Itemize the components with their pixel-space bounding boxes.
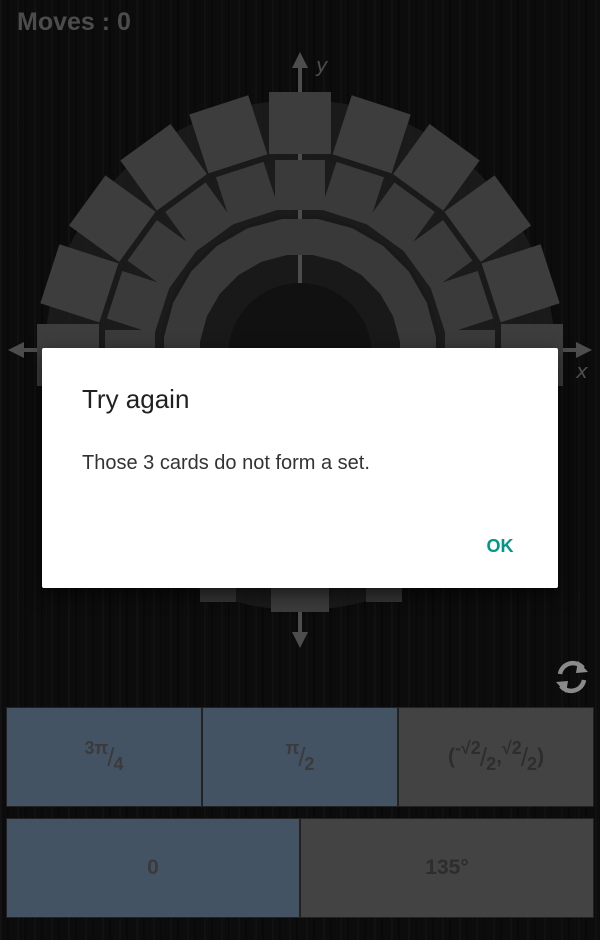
card-coordinate-neg-root2-root2[interactable]: (-√2/2, √2/2) <box>398 707 594 807</box>
card-135-degrees[interactable]: 135° <box>300 818 594 918</box>
ok-button[interactable]: OK <box>460 528 540 564</box>
refresh-icon[interactable] <box>552 656 592 698</box>
dialog-message: Those 3 cards do not form a set. <box>82 452 370 474</box>
card-pi-over-2[interactable]: π/2 <box>202 707 398 807</box>
try-again-dialog: Try again Those 3 cards do not form a se… <box>42 348 558 588</box>
card-3pi-over-4[interactable]: 3π/4 <box>6 707 202 807</box>
dialog-title: Try again <box>82 384 190 414</box>
card-zero[interactable]: 0 <box>6 818 300 918</box>
